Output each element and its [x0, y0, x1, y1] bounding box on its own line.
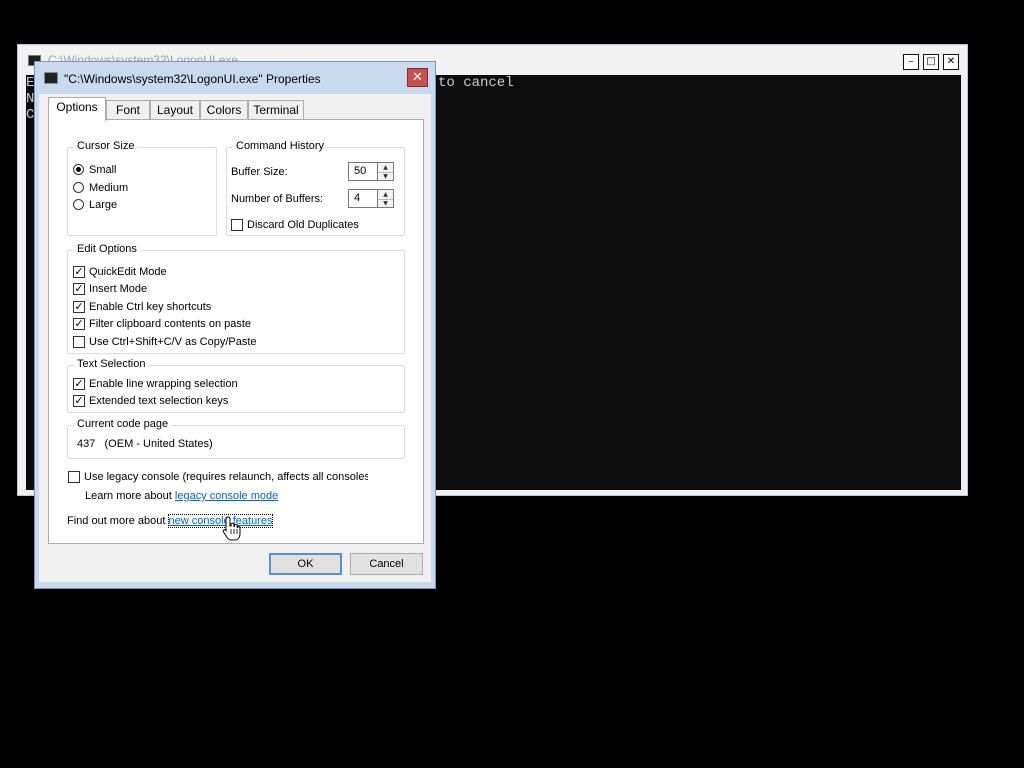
- options-tab-panel: Cursor Size Small Medium Large Command H…: [48, 119, 424, 544]
- cursor-medium-radio[interactable]: [73, 182, 84, 193]
- cursor-medium-label[interactable]: Medium: [89, 182, 128, 194]
- minimize-icon[interactable]: –: [903, 54, 919, 70]
- filter-clipboard-label[interactable]: Filter clipboard contents on paste: [89, 318, 251, 330]
- cancel-button[interactable]: Cancel: [350, 553, 423, 575]
- console-visible-text: to cancel: [438, 75, 514, 91]
- dialog-client-area: Options Font Layout Colors Terminal Curs…: [39, 94, 431, 582]
- legacy-console-mode-link[interactable]: legacy console mode: [175, 490, 278, 502]
- tab-font[interactable]: Font: [106, 100, 150, 119]
- legacy-console-label[interactable]: Use legacy console (requires relaunch, a…: [84, 471, 368, 483]
- tab-layout[interactable]: Layout: [150, 100, 200, 119]
- extended-selection-checkbox[interactable]: ✓: [73, 395, 85, 407]
- discard-duplicates-label[interactable]: Discard Old Duplicates: [247, 219, 359, 231]
- maximize-icon[interactable]: □: [923, 54, 939, 70]
- ctrl-shift-copy-paste-label[interactable]: Use Ctrl+Shift+C/V as Copy/Paste: [89, 336, 257, 348]
- cursor-size-legend: Cursor Size: [74, 140, 138, 152]
- command-history-group: Command History Buffer Size: 50 ▲ ▼ Numb…: [226, 140, 405, 236]
- cursor-large-radio[interactable]: [73, 199, 84, 210]
- edit-options-group: Edit Options ✓ QuickEdit Mode ✓ Insert M…: [67, 243, 405, 354]
- quickedit-checkbox[interactable]: ✓: [73, 266, 85, 278]
- text-selection-group: Text Selection ✓ Enable line wrapping se…: [67, 358, 405, 413]
- discard-duplicates-checkbox[interactable]: [231, 219, 243, 231]
- line-wrapping-label[interactable]: Enable line wrapping selection: [89, 378, 238, 390]
- spin-down-icon[interactable]: ▼: [378, 199, 393, 208]
- num-buffers-label: Number of Buffers:: [231, 193, 324, 205]
- cursor-small-label[interactable]: Small: [89, 164, 117, 176]
- quickedit-label[interactable]: QuickEdit Mode: [89, 266, 167, 278]
- hand-cursor-icon: [222, 516, 241, 541]
- close-icon[interactable]: ✕: [943, 54, 959, 70]
- insert-mode-label[interactable]: Insert Mode: [89, 283, 147, 295]
- tab-terminal[interactable]: Terminal: [248, 100, 304, 119]
- cursor-size-group: Cursor Size Small Medium Large: [67, 140, 217, 236]
- code-page-legend: Current code page: [74, 418, 172, 430]
- cursor-small-radio[interactable]: [73, 164, 84, 175]
- buffer-size-input[interactable]: 50: [348, 162, 378, 181]
- spin-down-icon[interactable]: ▼: [378, 172, 393, 181]
- line-wrapping-checkbox[interactable]: ✓: [73, 378, 85, 390]
- code-page-value: 437 (OEM - United States): [77, 438, 213, 450]
- dialog-title: "C:\Windows\system32\LogonUI.exe" Proper…: [64, 72, 321, 86]
- close-icon[interactable]: ✕: [407, 68, 428, 87]
- text-selection-legend: Text Selection: [74, 358, 149, 370]
- extended-selection-label[interactable]: Extended text selection keys: [89, 395, 228, 407]
- filter-clipboard-checkbox[interactable]: ✓: [73, 318, 85, 330]
- ok-button[interactable]: OK: [269, 553, 342, 575]
- legacy-learn-more-prefix: Learn more about: [85, 490, 175, 502]
- num-buffers-input[interactable]: 4: [348, 189, 378, 208]
- legacy-console-checkbox[interactable]: [68, 471, 80, 483]
- buffer-size-label: Buffer Size:: [231, 166, 288, 178]
- legacy-learn-more: Learn more about legacy console mode: [85, 490, 278, 502]
- ctrl-shift-copy-paste-checkbox[interactable]: [73, 336, 85, 348]
- command-history-legend: Command History: [233, 140, 328, 152]
- insert-mode-checkbox[interactable]: ✓: [73, 283, 85, 295]
- edit-options-legend: Edit Options: [74, 243, 140, 255]
- console-app-icon: [44, 72, 58, 84]
- properties-dialog: "C:\Windows\system32\LogonUI.exe" Proper…: [34, 61, 436, 589]
- find-out-more-prefix: Find out more about: [67, 515, 169, 527]
- cursor-large-label[interactable]: Large: [89, 199, 117, 211]
- ctrl-shortcuts-checkbox[interactable]: ✓: [73, 301, 85, 313]
- buffer-size-stepper[interactable]: ▲ ▼: [378, 162, 394, 181]
- tab-colors[interactable]: Colors: [200, 100, 248, 119]
- tab-options[interactable]: Options: [48, 97, 106, 121]
- num-buffers-stepper[interactable]: ▲ ▼: [378, 189, 394, 208]
- code-page-group: Current code page 437 (OEM - United Stat…: [67, 418, 405, 459]
- ctrl-shortcuts-label[interactable]: Enable Ctrl key shortcuts: [89, 301, 211, 313]
